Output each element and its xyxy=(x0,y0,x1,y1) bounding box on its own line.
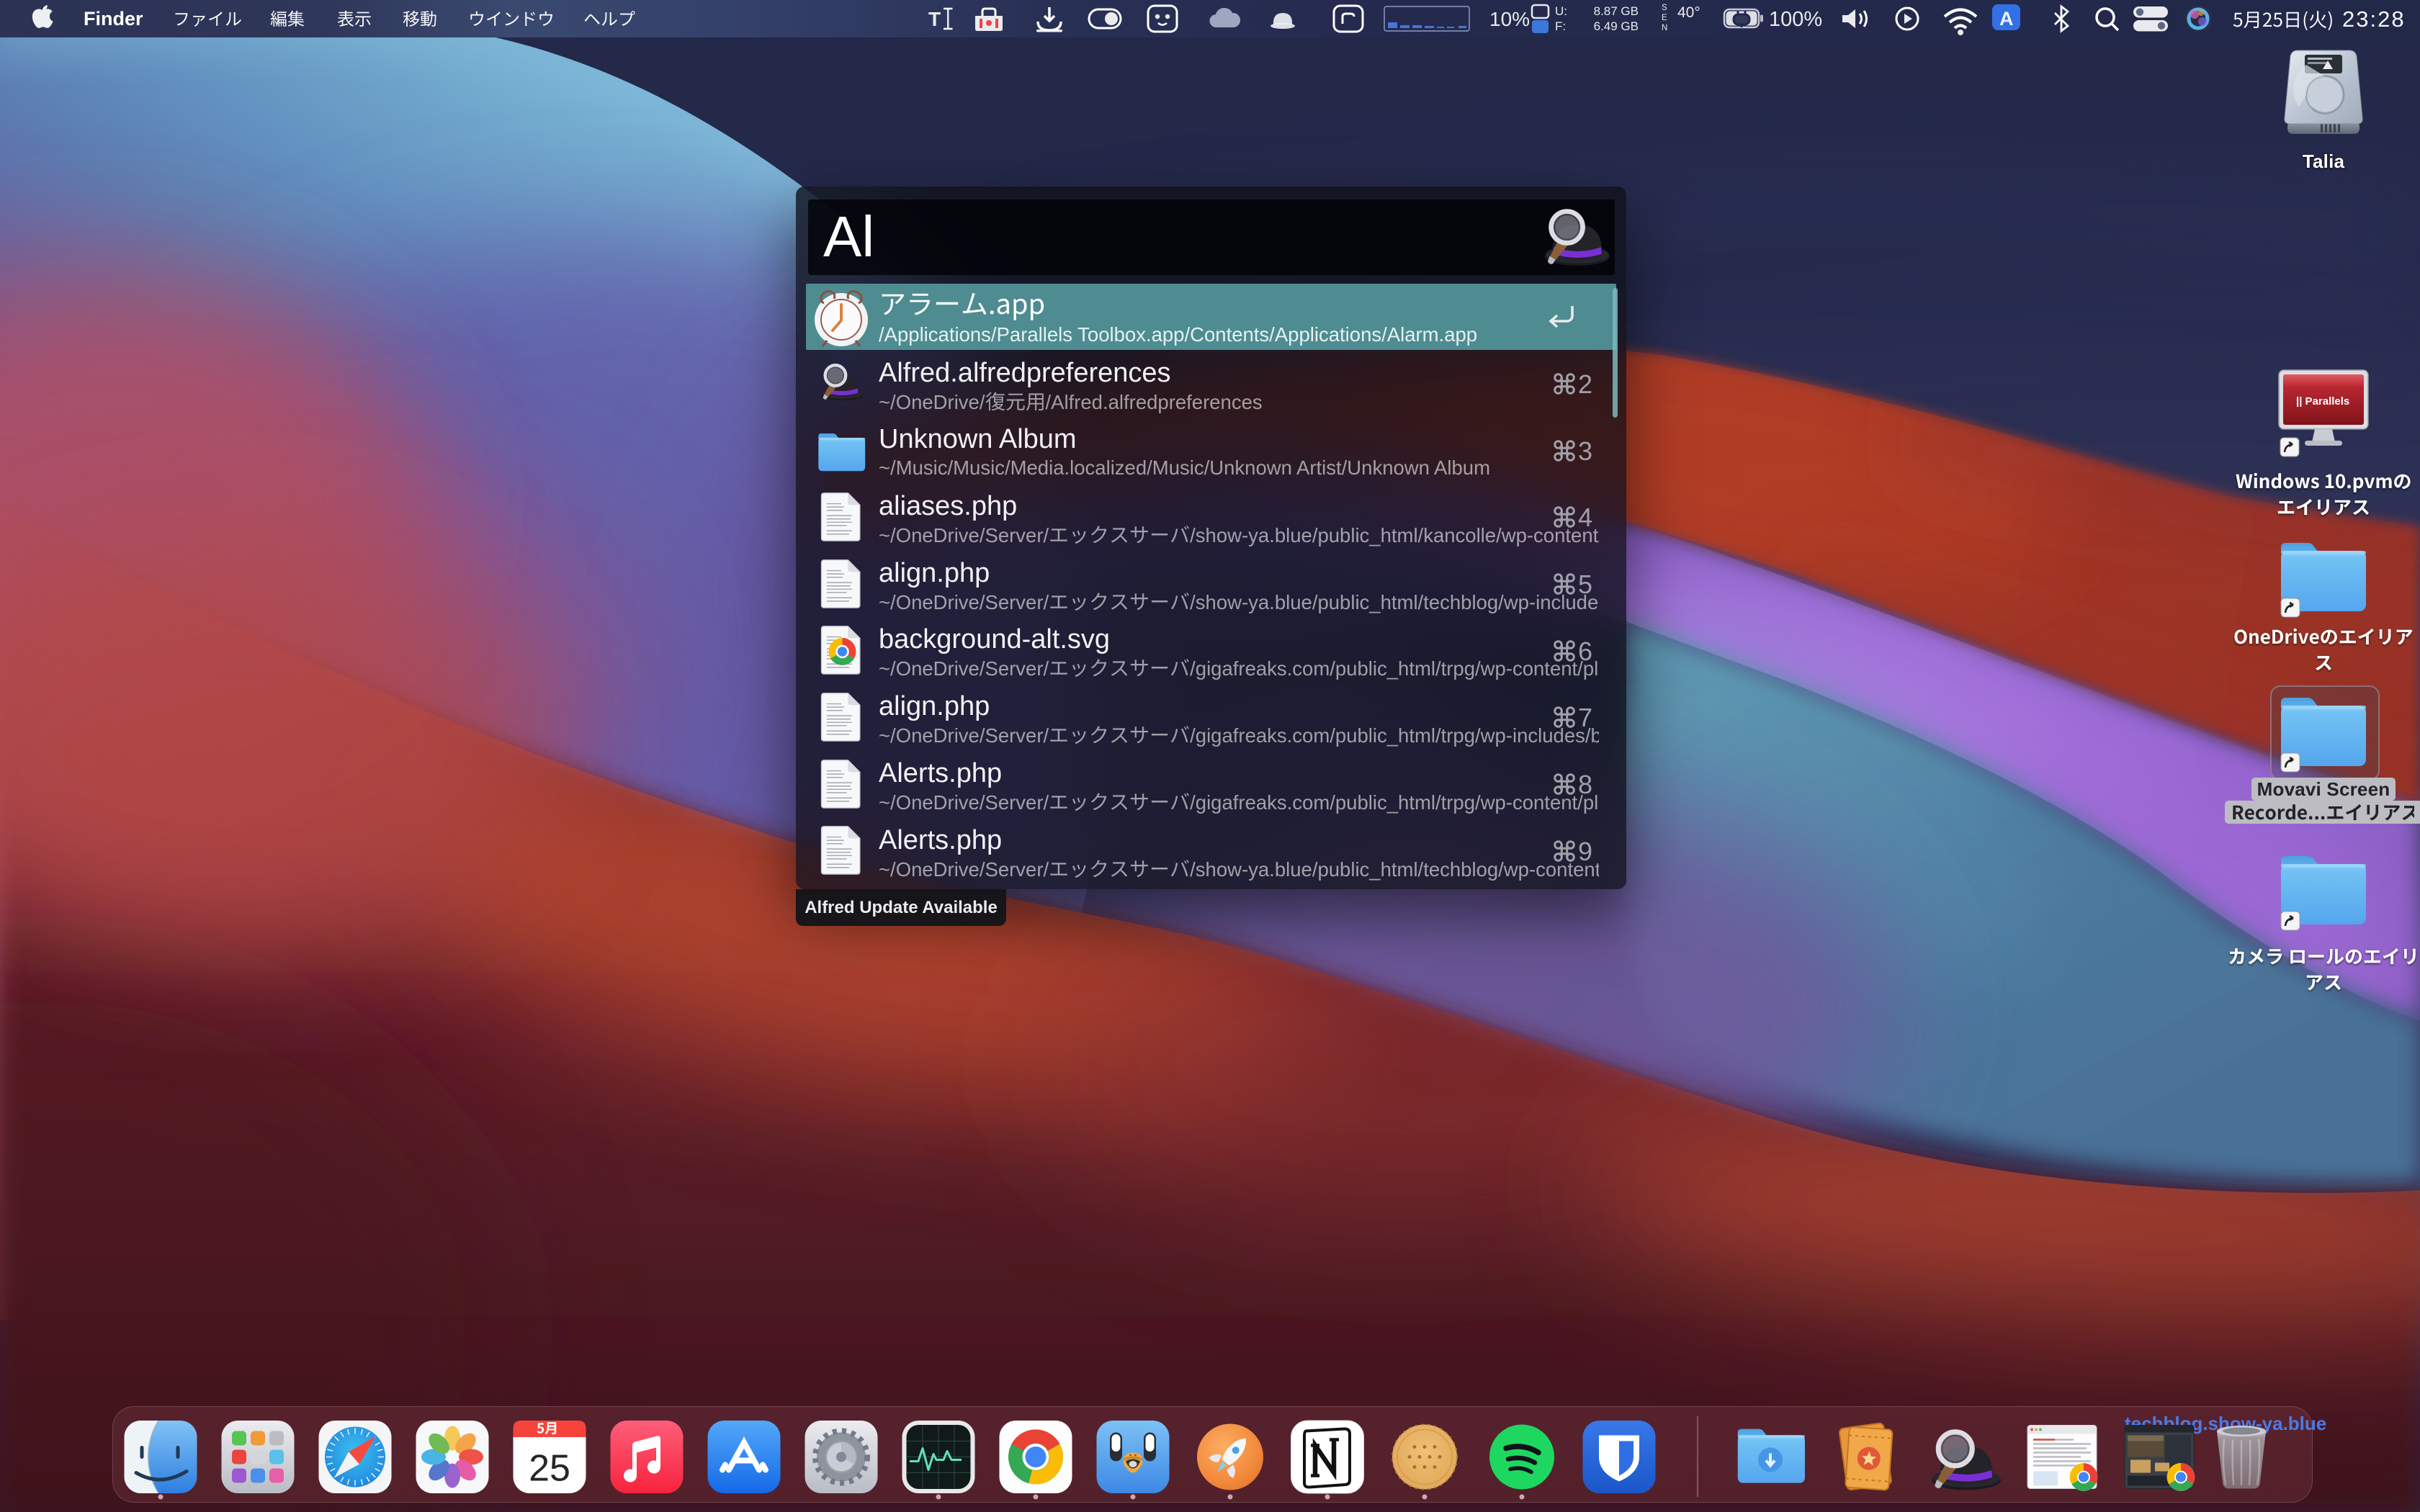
svg-text:8.87 GB: 8.87 GB xyxy=(1594,4,1639,18)
svg-text:23:28: 23:28 xyxy=(2342,6,2406,32)
svg-text:6.49 GB: 6.49 GB xyxy=(1594,19,1639,33)
svg-text:100%: 100% xyxy=(1769,8,1822,31)
svg-text:N: N xyxy=(1662,24,1667,32)
svg-text:25: 25 xyxy=(529,1448,570,1490)
svg-text:A: A xyxy=(1999,8,2014,30)
svg-text:F:: F: xyxy=(1555,19,1566,33)
svg-text:40°: 40° xyxy=(1677,4,1700,21)
svg-text:U:: U: xyxy=(1555,4,1567,18)
svg-text:T: T xyxy=(928,8,941,30)
svg-text:|| Parallels: || Parallels xyxy=(2296,395,2349,408)
svg-text:10%: 10% xyxy=(1489,8,1530,30)
svg-text:E: E xyxy=(1662,14,1667,22)
svg-text:Finder: Finder xyxy=(84,8,143,30)
svg-text:S: S xyxy=(1662,4,1667,12)
